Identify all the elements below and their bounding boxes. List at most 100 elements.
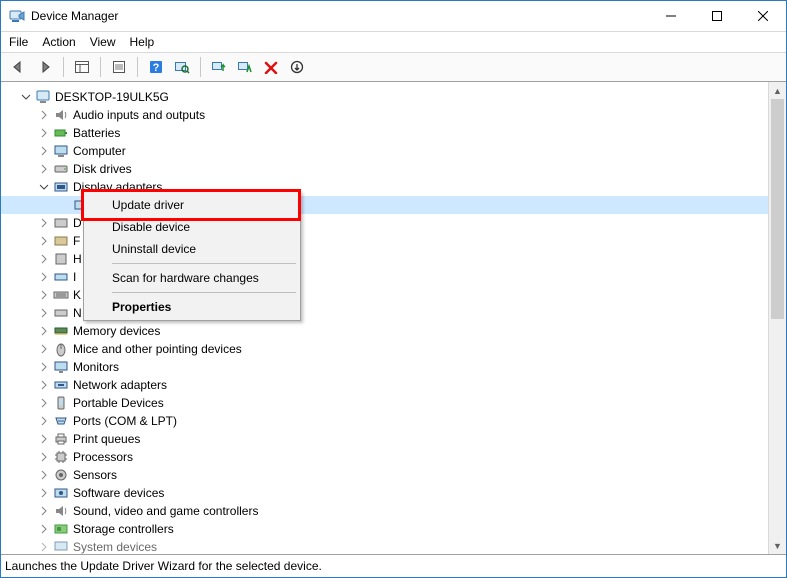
tree-root[interactable]: DESKTOP-19ULK5G xyxy=(1,88,768,106)
scan-hardware-button[interactable] xyxy=(170,55,194,79)
window-title: Device Manager xyxy=(31,9,118,23)
expand-icon[interactable] xyxy=(37,414,51,428)
expand-icon[interactable] xyxy=(37,270,51,284)
menu-file[interactable]: File xyxy=(9,35,28,49)
tree-node-computer[interactable]: Computer xyxy=(1,142,768,160)
tree-node-processors[interactable]: Processors xyxy=(1,448,768,466)
sound-icon xyxy=(53,503,69,519)
collapse-icon[interactable] xyxy=(19,90,33,104)
close-button[interactable] xyxy=(740,1,786,31)
tree-node-system-devices[interactable]: System devices xyxy=(1,538,768,554)
minimize-button[interactable] xyxy=(648,1,694,31)
ctx-update-driver[interactable]: Update driver xyxy=(86,194,298,216)
tree-node-monitors[interactable]: Monitors xyxy=(1,358,768,376)
device-manager-window: Device Manager File Action View Help xyxy=(0,0,787,578)
tree-node-memory-devices[interactable]: Memory devices xyxy=(1,322,768,340)
expand-icon[interactable] xyxy=(37,450,51,464)
forward-button[interactable] xyxy=(33,55,57,79)
uninstall-device-button[interactable] xyxy=(259,55,283,79)
tree-node-disk-drives[interactable]: Disk drives xyxy=(1,160,768,178)
tree-node-label: Disk drives xyxy=(73,162,132,176)
tree-node-sensors[interactable]: Sensors xyxy=(1,466,768,484)
toolbar-separator xyxy=(200,57,201,77)
vertical-scrollbar[interactable]: ▲ ▼ xyxy=(768,82,786,554)
expand-icon[interactable] xyxy=(37,486,51,500)
expand-icon[interactable] xyxy=(37,108,51,122)
expand-icon[interactable] xyxy=(37,378,51,392)
tree-node-label: Portable Devices xyxy=(73,396,164,410)
back-button[interactable] xyxy=(7,55,31,79)
printer-icon xyxy=(53,431,69,447)
tree-node-network-adapters[interactable]: Network adapters xyxy=(1,376,768,394)
monitor-icon xyxy=(53,359,69,375)
tree-node-mice[interactable]: Mice and other pointing devices xyxy=(1,340,768,358)
tree-node-label: H xyxy=(73,252,82,266)
tree-node-label: I xyxy=(73,270,76,284)
ctx-disable-device[interactable]: Disable device xyxy=(86,216,298,238)
expand-icon[interactable] xyxy=(37,504,51,518)
tree-node-audio[interactable]: Audio inputs and outputs xyxy=(1,106,768,124)
ctx-uninstall-device[interactable]: Uninstall device xyxy=(86,238,298,260)
tree-node-sound-video[interactable]: Sound, video and game controllers xyxy=(1,502,768,520)
tree-node-label: Audio inputs and outputs xyxy=(73,108,205,122)
expand-icon[interactable] xyxy=(37,306,51,320)
expand-icon[interactable] xyxy=(37,126,51,140)
port-icon xyxy=(53,413,69,429)
device-icon xyxy=(53,215,69,231)
scroll-track[interactable] xyxy=(769,99,786,537)
scroll-down-button[interactable]: ▼ xyxy=(769,537,786,554)
expand-icon[interactable] xyxy=(37,396,51,410)
menu-action[interactable]: Action xyxy=(42,35,75,49)
tree-node-label: Monitors xyxy=(73,360,119,374)
tree-node-print-queues[interactable]: Print queues xyxy=(1,430,768,448)
tree-node-label: N xyxy=(73,306,82,320)
expand-icon[interactable] xyxy=(37,540,51,554)
device-icon xyxy=(53,305,69,321)
scroll-thumb[interactable] xyxy=(771,99,784,319)
help-button[interactable]: ? xyxy=(144,55,168,79)
tree-node-software-devices[interactable]: Software devices xyxy=(1,484,768,502)
storage-controller-icon xyxy=(53,521,69,537)
properties-button[interactable] xyxy=(107,55,131,79)
expand-icon[interactable] xyxy=(37,432,51,446)
collapse-icon[interactable] xyxy=(37,180,51,194)
enable-device-button[interactable] xyxy=(285,55,309,79)
svg-text:?: ? xyxy=(153,62,160,74)
disable-device-button[interactable] xyxy=(233,55,257,79)
scroll-up-button[interactable]: ▲ xyxy=(769,82,786,99)
audio-icon xyxy=(53,107,69,123)
expand-icon[interactable] xyxy=(37,288,51,302)
ctx-properties[interactable]: Properties xyxy=(86,296,298,318)
expand-icon[interactable] xyxy=(37,468,51,482)
ctx-scan-hardware[interactable]: Scan for hardware changes xyxy=(86,267,298,289)
expand-icon[interactable] xyxy=(37,144,51,158)
keyboard-icon xyxy=(53,287,69,303)
show-hide-console-tree-button[interactable] xyxy=(70,55,94,79)
expand-icon[interactable] xyxy=(37,360,51,374)
tree-node-label: Sensors xyxy=(73,468,117,482)
tree-node-label: Batteries xyxy=(73,126,120,140)
tree-node-label: Software devices xyxy=(73,486,164,500)
expand-icon[interactable] xyxy=(37,252,51,266)
toolbar-separator xyxy=(137,57,138,77)
expand-icon[interactable] xyxy=(37,162,51,176)
device-tree[interactable]: DESKTOP-19ULK5G Audio inputs and outputs… xyxy=(1,82,768,554)
menu-help[interactable]: Help xyxy=(130,35,155,49)
tree-node-storage-controllers[interactable]: Storage controllers xyxy=(1,520,768,538)
app-icon xyxy=(9,8,25,24)
expand-icon[interactable] xyxy=(37,234,51,248)
menu-view[interactable]: View xyxy=(90,35,116,49)
computer-icon xyxy=(53,143,69,159)
toolbar: ? xyxy=(1,53,786,82)
tree-node-portable-devices[interactable]: Portable Devices xyxy=(1,394,768,412)
tree-node-batteries[interactable]: Batteries xyxy=(1,124,768,142)
expand-icon[interactable] xyxy=(37,216,51,230)
tree-node-label: Processors xyxy=(73,450,133,464)
expand-icon[interactable] xyxy=(37,324,51,338)
maximize-button[interactable] xyxy=(694,1,740,31)
tree-node-ports[interactable]: Ports (COM & LPT) xyxy=(1,412,768,430)
expand-icon[interactable] xyxy=(37,342,51,356)
tree-root-label: DESKTOP-19ULK5G xyxy=(55,90,169,104)
expand-icon[interactable] xyxy=(37,522,51,536)
update-driver-button[interactable] xyxy=(207,55,231,79)
